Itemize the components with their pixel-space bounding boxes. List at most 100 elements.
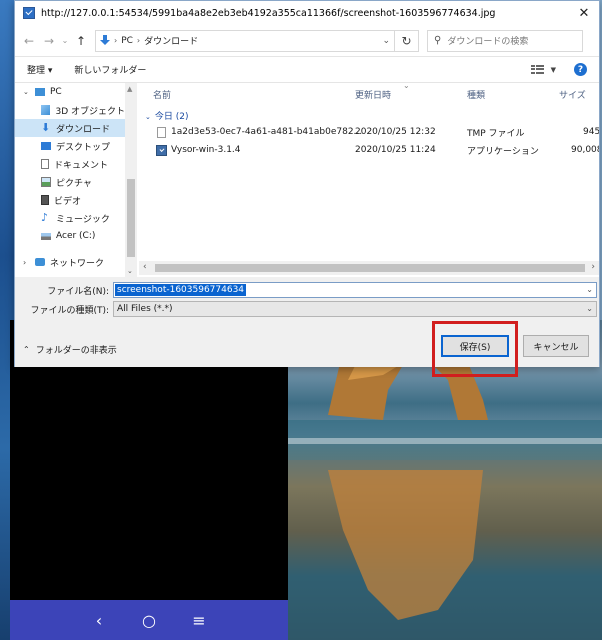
help-icon[interactable]: ? <box>574 63 587 76</box>
organize-button[interactable]: 整理 ▾ <box>27 63 52 76</box>
search-icon: ⚲ <box>434 35 442 46</box>
nav-item-label: ダウンロード <box>56 124 111 135</box>
scroll-right-icon[interactable]: › <box>591 262 595 272</box>
refresh-icon[interactable]: ↻ <box>395 29 419 52</box>
group-header-today[interactable]: ⌄ 今日 (2) <box>145 109 189 122</box>
window-title: http://127.0.0.1:54534/5991ba4a8e2eb3eb4… <box>41 7 496 19</box>
column-header-row: 名前 ⌄ 更新日時 種類 サイズ <box>139 83 599 103</box>
file-type: アプリケーション <box>467 146 539 157</box>
nav-item-label: Acer (C:) <box>56 231 96 241</box>
address-bar[interactable]: › PC › ダウンロード ⌄ <box>95 29 395 52</box>
search-input[interactable]: ⚲ ダウンロードの検索 <box>427 29 583 52</box>
home-icon[interactable]: ○ <box>124 611 174 630</box>
highlight-box <box>432 321 518 377</box>
chevron-down-icon: ▼ <box>550 65 556 74</box>
back-icon[interactable]: ‹ <box>74 611 124 630</box>
chevron-down-icon[interactable]: ⌄ <box>586 285 593 294</box>
download-icon: ⬇ <box>41 121 51 134</box>
view-options-button[interactable]: ▼ <box>530 64 556 75</box>
scrollbar-thumb[interactable] <box>155 264 585 272</box>
chevron-down-icon[interactable]: ⌄ <box>382 36 390 46</box>
nav-item-label: ミュージック <box>56 214 110 225</box>
file-name: 1a2d3e53-0ec7-4a61-a481-b41ab0e782... <box>171 127 363 137</box>
horizontal-scrollbar[interactable]: ‹ › <box>139 261 599 275</box>
nav-item-network[interactable]: › ネットワーク <box>15 253 125 271</box>
nav-item-downloads[interactable]: ⬇ ダウンロード <box>15 119 125 137</box>
nav-item-label: ビデオ <box>54 196 82 207</box>
save-form: ファイル名(N): screenshot-1603596774634 ⌄ ファイ… <box>15 277 599 377</box>
title-bar: http://127.0.0.1:54534/5991ba4a8e2eb3eb4… <box>15 1 599 25</box>
chevron-up-icon: ⌃ <box>23 345 30 354</box>
file-date: 2020/10/25 12:32 <box>355 127 436 137</box>
video-icon <box>41 195 49 205</box>
forward-arrow-icon[interactable]: → <box>39 34 59 48</box>
nav-item-desktop[interactable]: デスクトップ <box>15 137 125 155</box>
filetype-value: All Files (*.*) <box>117 304 173 314</box>
table-row[interactable]: Vysor-win-3.1.4 2020/10/25 11:24 アプリケーショ… <box>139 141 599 159</box>
file-name: Vysor-win-3.1.4 <box>171 145 241 155</box>
column-header-name[interactable]: 名前 <box>153 88 171 101</box>
list-view-icon <box>530 64 544 75</box>
recent-locations-icon[interactable]: ⌄ <box>59 36 71 45</box>
filename-value: screenshot-1603596774634 <box>115 284 247 296</box>
desktop-icon <box>41 142 51 150</box>
file-type: TMP ファイル <box>467 128 525 139</box>
phone-screen <box>10 320 288 640</box>
file-list: 名前 ⌄ 更新日時 種類 サイズ ⌄ 今日 (2) 1a2d3e53-0ec7-4… <box>139 83 599 277</box>
nav-item-label: 3D オブジェクト <box>55 106 125 117</box>
chevron-down-icon[interactable]: ⌄ <box>586 304 593 313</box>
chevron-down-icon: ⌄ <box>23 88 29 96</box>
nav-item-label: ドキュメント <box>54 160 109 171</box>
column-header-size[interactable]: サイズ <box>559 88 586 101</box>
nav-item-pictures[interactable]: ピクチャ <box>15 173 125 191</box>
nav-item-label: PC <box>50 87 62 97</box>
filename-row: ファイル名(N): <box>15 282 113 298</box>
scrollbar-thumb[interactable] <box>127 179 135 257</box>
browse-area: ⌄ PC 3D オブジェクト ⬇ ダウンロード デスクトップ ドキュメント ピク… <box>15 83 599 277</box>
hide-folders-label: フォルダーの非表示 <box>35 346 117 356</box>
breadcrumb-downloads[interactable]: ダウンロード <box>144 34 198 47</box>
scroll-down-icon[interactable]: ⌄ <box>127 267 133 275</box>
phone-nav-bar: ‹ ○ ≡ <box>10 600 288 640</box>
nav-pane-scrollbar[interactable]: ▲ ⌄ <box>125 83 137 277</box>
nav-item-label: デスクトップ <box>56 142 111 153</box>
back-arrow-icon[interactable]: ← <box>19 34 39 48</box>
nav-item-label: ネットワーク <box>50 258 105 269</box>
cube-icon <box>41 105 51 115</box>
chevron-down-icon: ⌄ <box>145 113 151 121</box>
nav-item-videos[interactable]: ビデオ <box>15 191 125 209</box>
breadcrumb-separator-icon: › <box>136 36 141 45</box>
nav-item-3d-objects[interactable]: 3D オブジェクト <box>15 101 125 119</box>
table-row[interactable]: 1a2d3e53-0ec7-4a61-a481-b41ab0e782... 20… <box>139 123 599 141</box>
filetype-label: ファイルの種類(T): <box>30 305 109 316</box>
scroll-left-icon[interactable]: ‹ <box>143 262 147 272</box>
cancel-button[interactable]: キャンセル <box>523 335 589 357</box>
command-bar: 整理 ▾ 新しいフォルダー ▼ ? <box>15 57 599 83</box>
filetype-row: ファイルの種類(T): <box>15 301 113 317</box>
nav-item-documents[interactable]: ドキュメント <box>15 155 125 173</box>
nav-item-pc[interactable]: ⌄ PC <box>15 83 125 101</box>
application-icon <box>156 144 167 156</box>
drive-icon <box>41 232 51 240</box>
column-header-date[interactable]: 更新日時 <box>355 88 391 101</box>
nav-item-music[interactable]: ♪ ミュージック <box>15 209 125 227</box>
filename-label: ファイル名(N): <box>47 286 109 297</box>
nav-item-drive-c[interactable]: Acer (C:) <box>15 227 125 245</box>
column-header-type[interactable]: 種類 <box>467 88 485 101</box>
up-arrow-icon[interactable]: ↑ <box>71 34 91 48</box>
navigation-bar: ← → ⌄ ↑ › PC › ダウンロード ⌄ ↻ ⚲ ダウンロードの検索 <box>15 25 599 57</box>
app-icon <box>23 7 35 19</box>
sort-indicator-icon: ⌄ <box>403 83 410 90</box>
scroll-up-icon[interactable]: ▲ <box>127 85 132 93</box>
breadcrumb-pc[interactable]: PC <box>121 36 133 46</box>
close-button[interactable]: ✕ <box>569 1 599 25</box>
breadcrumb-separator-icon: › <box>114 36 118 45</box>
search-placeholder: ダウンロードの検索 <box>447 37 529 47</box>
filetype-select[interactable]: All Files (*.*) ⌄ <box>113 301 597 317</box>
menu-icon[interactable]: ≡ <box>174 611 224 630</box>
file-icon <box>157 126 166 138</box>
navigation-pane: ⌄ PC 3D オブジェクト ⬇ ダウンロード デスクトップ ドキュメント ピク… <box>15 83 125 277</box>
new-folder-button[interactable]: 新しいフォルダー <box>74 63 146 76</box>
filename-input[interactable]: screenshot-1603596774634 ⌄ <box>113 282 597 298</box>
hide-folders-toggle[interactable]: ⌃ フォルダーの非表示 <box>23 343 117 356</box>
